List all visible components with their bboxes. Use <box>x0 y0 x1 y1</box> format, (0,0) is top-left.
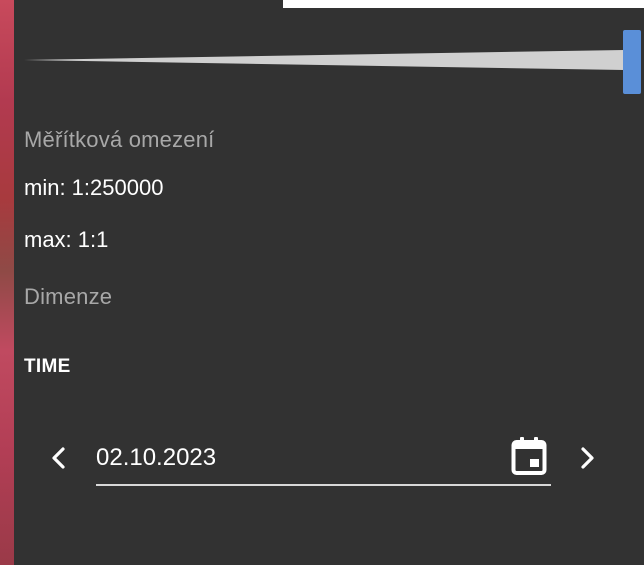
next-date-button[interactable] <box>572 438 602 478</box>
layer-properties-panel: Měřítková omezení min: 1:250000 max: 1:1… <box>0 0 644 565</box>
previous-date-button[interactable] <box>44 438 74 478</box>
time-date-field[interactable] <box>96 432 551 486</box>
map-background-strip <box>0 0 14 565</box>
time-date-input[interactable] <box>96 444 476 472</box>
scale-max-value: max: 1:1 <box>24 227 109 252</box>
opacity-slider[interactable] <box>24 30 644 94</box>
scale-min-value: min: 1:250000 <box>24 175 164 200</box>
dimensions-heading: Dimenze <box>24 284 113 309</box>
chevron-right-icon <box>581 447 594 469</box>
opacity-slider-handle[interactable] <box>623 30 641 94</box>
scale-limits-heading: Měřítková omezení <box>24 127 215 152</box>
opacity-slider-track <box>24 50 624 70</box>
chevron-left-icon <box>52 447 65 469</box>
top-panel-edge <box>283 0 644 8</box>
calendar-button[interactable] <box>508 434 550 478</box>
calendar-icon <box>511 437 547 475</box>
time-dimension-label: TIME <box>24 356 71 377</box>
